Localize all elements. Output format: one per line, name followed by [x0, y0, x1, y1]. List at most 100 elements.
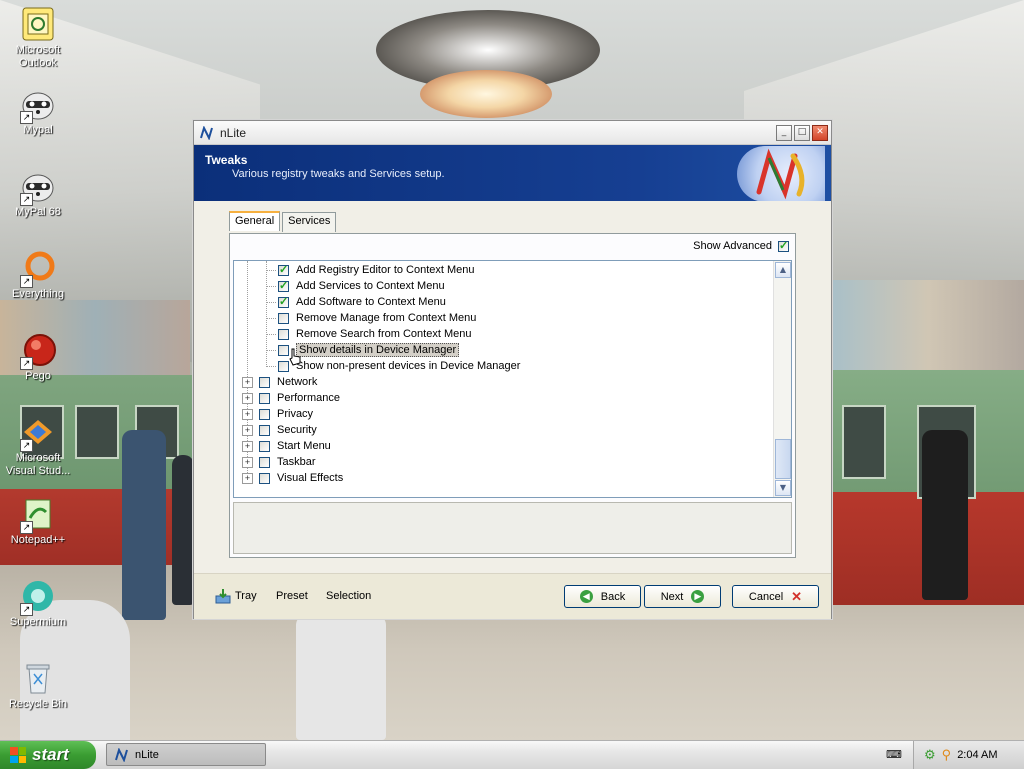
tree-item[interactable]: Add Services to Context Menu: [266, 278, 445, 294]
desktop-icon-mypal68[interactable]: ↗ MyPal 68: [0, 168, 76, 219]
selection-link[interactable]: Selection: [326, 590, 371, 602]
maximize-button[interactable]: □: [794, 124, 810, 141]
close-button[interactable]: ✕: [812, 124, 828, 141]
wizard-footer: Tray Preset Selection ◀ Back Next ▶ Canc…: [194, 573, 831, 619]
shortcut-arrow-icon: ↗: [20, 357, 33, 370]
cancel-button[interactable]: Cancel ✕: [732, 585, 819, 608]
tree-group-checkbox[interactable]: [259, 424, 270, 436]
desktop-icon-supermium[interactable]: ↗ Supermium: [0, 578, 76, 629]
search-tray-icon[interactable]: ⚲: [942, 747, 952, 763]
taskbar-button-nlite[interactable]: nLite: [106, 743, 266, 766]
tree-group-security[interactable]: + Security: [242, 422, 317, 438]
tree-group-network[interactable]: + Network: [242, 374, 317, 390]
tree-item-label: Remove Search from Context Menu: [296, 328, 472, 340]
tree-item[interactable]: Add Software to Context Menu: [266, 294, 446, 310]
minimize-button[interactable]: _: [776, 124, 792, 141]
preset-link[interactable]: Preset: [276, 590, 308, 602]
system-tray: ⚙ ⚲ 2:04 AM: [913, 741, 1024, 769]
tree-group-checkbox[interactable]: [259, 472, 270, 484]
scroll-thumb[interactable]: [775, 439, 791, 479]
tree-group-checkbox[interactable]: [259, 440, 270, 452]
tree-group-checkbox[interactable]: [259, 408, 270, 420]
tray-icon: [215, 589, 231, 604]
desktop-icon-mypal[interactable]: ↗ Mypal: [0, 86, 76, 137]
tree-group-label: Privacy: [277, 408, 314, 420]
expand-icon[interactable]: +: [242, 472, 253, 484]
tree-connector: [266, 301, 276, 303]
expand-icon[interactable]: +: [242, 408, 253, 420]
tree-group-label: Security: [277, 424, 317, 436]
tree-group-performance[interactable]: + Performance: [242, 390, 340, 406]
windows-logo-icon: [10, 747, 26, 763]
tree-item-label: Add Registry Editor to Context Menu: [296, 264, 475, 276]
window-titlebar[interactable]: nLite _ □ ✕: [194, 121, 831, 145]
tree-connector: [266, 317, 276, 319]
tree-group-label: Performance: [277, 392, 340, 404]
tree-item-checkbox[interactable]: [278, 263, 289, 276]
outlook-icon: [20, 6, 56, 42]
desktop-icon-notepadpp[interactable]: ↗ Notepad++: [0, 496, 76, 547]
tab-strip: General Services: [229, 211, 338, 232]
tree-group-label: Taskbar: [277, 456, 316, 468]
desktop-icon-outlook[interactable]: Microsoft Outlook: [0, 6, 76, 70]
desktop-icon-recycle-bin[interactable]: Recycle Bin: [0, 660, 76, 711]
tree-item-label: Show non-present devices in Device Manag…: [296, 360, 521, 372]
next-button-label: Next: [660, 590, 684, 603]
show-advanced-checkbox[interactable]: [778, 239, 789, 252]
tree-item-checkbox[interactable]: [278, 312, 289, 324]
next-button[interactable]: Next ▶: [644, 585, 721, 608]
tree-item-checkbox[interactable]: [278, 295, 289, 308]
tree-group-taskbar[interactable]: + Taskbar: [242, 454, 316, 470]
desktop-icon-label: Microsoft Visual Stud...: [5, 452, 71, 477]
desktop-icon-pego[interactable]: ↗ Pego: [0, 332, 76, 383]
cancel-button-label: Cancel: [748, 590, 784, 603]
show-advanced-label: Show Advanced: [693, 240, 772, 252]
description-box: [233, 502, 792, 554]
desktop-icon-everything[interactable]: ↗ Everything: [0, 250, 76, 301]
tree-group-checkbox[interactable]: [259, 392, 270, 404]
desktop-icon-label: Notepad++: [10, 534, 66, 546]
tree-item-checkbox[interactable]: [278, 328, 289, 340]
wallpaper-train-window: [75, 405, 119, 459]
start-label: start: [32, 745, 69, 764]
tree-connector: [266, 333, 276, 335]
nlite-header-logo-icon: [737, 146, 825, 202]
tree-item[interactable]: Add Registry Editor to Context Menu: [266, 262, 475, 278]
page-subtitle: Various registry tweaks and Services set…: [232, 168, 445, 180]
desktop-icon-label: Recycle Bin: [8, 698, 68, 710]
expand-icon[interactable]: +: [242, 376, 253, 388]
visual-studio-icon: ↗: [20, 414, 56, 452]
scroll-down-button[interactable]: ▼: [775, 480, 791, 496]
tweaks-tree: Add Registry Editor to Context Menu Add …: [233, 260, 792, 498]
pego-icon: ↗: [20, 332, 56, 370]
expand-icon[interactable]: +: [242, 456, 253, 468]
tree-group-start-menu[interactable]: + Start Menu: [242, 438, 331, 454]
desktop-icon-visual-studio[interactable]: ↗ Microsoft Visual Stud...: [0, 414, 76, 478]
network-icon[interactable]: ⚙: [924, 747, 936, 763]
scroll-up-button[interactable]: ▲: [775, 262, 791, 278]
expand-icon[interactable]: +: [242, 424, 253, 436]
clock[interactable]: 2:04 AM: [957, 749, 997, 761]
shortcut-arrow-icon: ↗: [20, 193, 33, 206]
start-button[interactable]: start: [0, 741, 96, 769]
tab-services[interactable]: Services: [282, 212, 337, 232]
expand-icon[interactable]: +: [242, 392, 253, 404]
tree-item[interactable]: Show non-present devices in Device Manag…: [266, 358, 520, 374]
tree-group-checkbox[interactable]: [259, 456, 270, 468]
tree-item[interactable]: Remove Search from Context Menu: [266, 326, 471, 342]
nlite-logo-icon: [200, 125, 213, 140]
tree-group-checkbox[interactable]: [259, 376, 270, 388]
wallpaper-chandelier-glow: [420, 70, 552, 118]
tab-general[interactable]: General: [229, 211, 281, 231]
keyboard-icon[interactable]: ⌨: [884, 745, 904, 765]
back-button[interactable]: ◀ Back: [564, 585, 641, 608]
tree-scrollbar[interactable]: ▲ ▼: [773, 261, 791, 497]
tree-group-visual-effects[interactable]: + Visual Effects: [242, 470, 343, 486]
desktop-icon-label: Mypal: [23, 124, 53, 136]
show-advanced-row[interactable]: Show Advanced: [693, 239, 789, 252]
tree-item[interactable]: Remove Manage from Context Menu: [266, 310, 476, 326]
tree-item-checkbox[interactable]: [278, 279, 289, 292]
tray-link[interactable]: Tray: [235, 590, 257, 602]
expand-icon[interactable]: +: [242, 440, 253, 452]
tree-group-privacy[interactable]: + Privacy: [242, 406, 313, 422]
